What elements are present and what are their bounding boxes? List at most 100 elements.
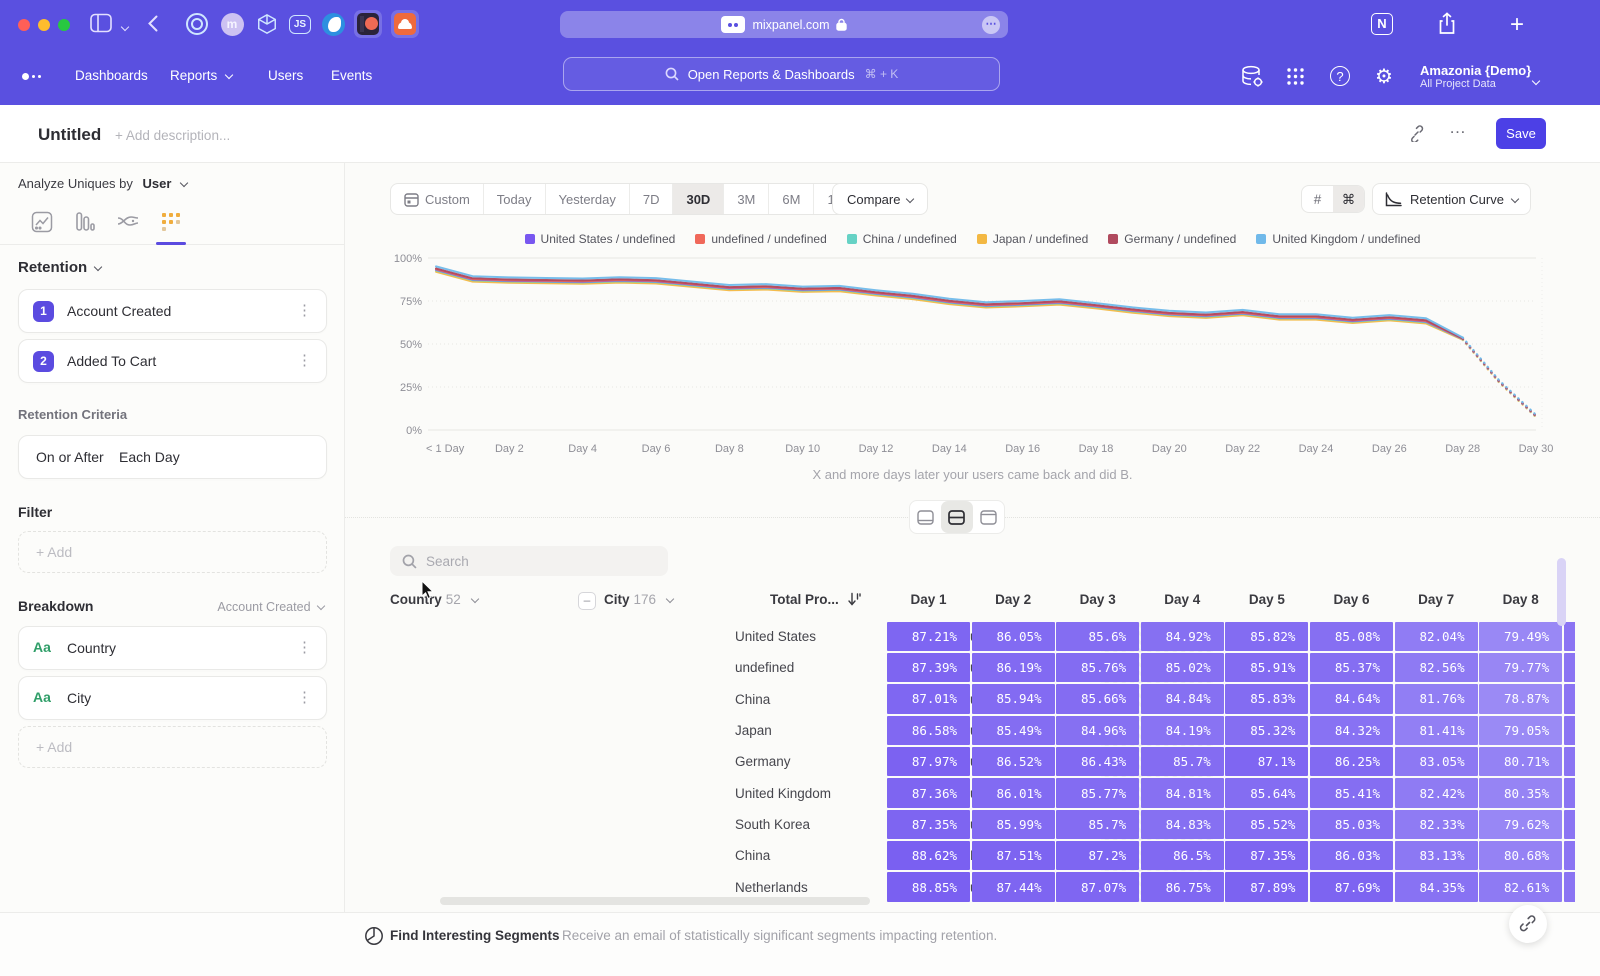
cell-retention-value[interactable]: 87.2% <box>1056 841 1139 871</box>
range-yesterday[interactable]: Yesterday <box>546 184 630 214</box>
nav-events[interactable]: Events <box>331 68 372 83</box>
cell-retention-value[interactable]: 86.05% <box>972 622 1055 652</box>
column-header-day[interactable]: Day 6 <box>1310 592 1393 608</box>
apps-grid-icon[interactable] <box>1286 67 1305 86</box>
retention-step-2[interactable]: 2 Added To Cart ⋮ <box>18 339 327 383</box>
range-30d[interactable]: 30D <box>673 184 724 214</box>
cell-retention-value[interactable]: 85.7% <box>1141 747 1224 777</box>
cell-retention-value[interactable]: 87.44% <box>972 872 1055 902</box>
cell-retention-value[interactable]: 85.7% <box>1056 810 1139 840</box>
cell-retention-value[interactable]: 86.19% <box>972 653 1055 683</box>
column-header-day[interactable]: Day 3 <box>1056 592 1139 608</box>
share-link-fab[interactable] <box>1509 905 1547 943</box>
kebab-menu-icon[interactable]: ⋮ <box>297 638 312 656</box>
breakdown-event-selector[interactable]: Account Created <box>217 600 324 614</box>
cell-retention-value[interactable]: 87.07% <box>1056 872 1139 902</box>
cell-retention-value[interactable]: 86.43% <box>1056 747 1139 777</box>
cell-retention-value[interactable]: 88.62% <box>887 841 970 871</box>
cell-retention-value[interactable]: 84.35% <box>1395 872 1478 902</box>
city-select-all-checkbox[interactable]: – <box>578 592 596 610</box>
cell-retention-value[interactable]: 85.82% <box>1225 622 1308 652</box>
more-actions[interactable]: … <box>1449 118 1467 138</box>
cell-retention-value[interactable]: 87.39% <box>887 653 970 683</box>
cell-retention-value[interactable]: 86.75% <box>1141 872 1224 902</box>
report-title[interactable]: Untitled <box>38 125 101 145</box>
cell-country[interactable]: Netherlands <box>735 880 808 895</box>
column-header-total[interactable]: Total Pro... <box>770 592 861 607</box>
kebab-menu-icon[interactable]: ⋮ <box>297 688 312 706</box>
cell-retention-value[interactable]: 85.76% <box>1056 653 1139 683</box>
range-6m[interactable]: 6M <box>769 184 814 214</box>
cell-retention-value[interactable]: 81.76% <box>1395 684 1478 714</box>
url-bar[interactable]: mixpanel.com ⋯ <box>560 11 1008 38</box>
range-today[interactable]: Today <box>484 184 546 214</box>
cell-retention-value[interactable]: 85.83% <box>1225 684 1308 714</box>
legend-item[interactable]: Germany / undefined <box>1108 232 1236 246</box>
cell-retention-value[interactable]: 79.77% <box>1479 653 1562 683</box>
column-header-day[interactable]: Day 8 <box>1479 592 1562 608</box>
cell-retention-value[interactable]: 84.84% <box>1141 684 1224 714</box>
global-search[interactable]: Open Reports & Dashboards ⌘ + K <box>563 57 1000 91</box>
cell-retention-value[interactable]: 87.01% <box>887 684 970 714</box>
tab-funnels[interactable] <box>71 209 99 235</box>
retention-section-title[interactable]: Retention <box>18 259 101 276</box>
cell-retention-value[interactable]: 85.66% <box>1056 684 1139 714</box>
cell-retention-value[interactable]: 85.08% <box>1310 622 1393 652</box>
layout-split-icon[interactable] <box>941 501 972 533</box>
kebab-menu-icon[interactable]: ⋮ <box>297 351 312 369</box>
new-tab-icon[interactable]: + <box>1510 11 1524 39</box>
breakdown-add-button[interactable]: + Add <box>18 726 327 768</box>
cell-retention-value[interactable]: 82.56% <box>1395 653 1478 683</box>
cell-retention-value[interactable]: 86.5% <box>1141 841 1224 871</box>
cell-retention-value[interactable]: 85.64% <box>1225 778 1308 808</box>
cell-retention-value[interactable]: 87.69% <box>1310 872 1393 902</box>
criteria-interval[interactable]: Each Day <box>119 449 180 465</box>
cell-retention-value[interactable]: 85.49% <box>972 716 1055 746</box>
cell-retention-value[interactable]: 82.61% <box>1479 872 1562 902</box>
cell-country[interactable]: undefined <box>735 660 794 675</box>
cell-retention-value[interactable]: 86.25% <box>1310 747 1393 777</box>
minimize-window-button[interactable] <box>38 19 50 31</box>
range-7d[interactable]: 7D <box>630 184 674 214</box>
nav-reports[interactable]: Reports <box>170 68 232 83</box>
cell-country[interactable]: Japan <box>735 723 772 738</box>
pinned-tab-m-icon[interactable]: m <box>218 10 246 38</box>
settings-gear-icon[interactable]: ⚙ <box>1375 64 1393 89</box>
cell-retention-value[interactable]: 85.41% <box>1310 778 1393 808</box>
project-switcher[interactable]: Amazonia {Demo} All Project Data <box>1420 63 1531 90</box>
legend-item[interactable]: United States / undefined <box>525 232 676 246</box>
add-description[interactable]: + Add description... <box>115 128 230 143</box>
share-icon[interactable] <box>1438 12 1456 35</box>
cell-country[interactable]: United States <box>735 629 816 644</box>
cell-retention-value[interactable]: 84.83% <box>1141 810 1224 840</box>
pinned-tab-js-icon[interactable]: JS <box>286 10 314 38</box>
save-button[interactable]: Save <box>1496 118 1546 149</box>
cell-retention-value[interactable]: 79.62% <box>1479 810 1562 840</box>
cell-retention-value[interactable]: 79.49% <box>1479 622 1562 652</box>
cell-country[interactable]: Germany <box>735 754 791 769</box>
cell-retention-value[interactable]: 84.92% <box>1141 622 1224 652</box>
column-header-day[interactable]: Day 1 <box>887 592 970 608</box>
column-header-day[interactable]: Day 4 <box>1141 592 1224 608</box>
table-search-input[interactable]: Search <box>390 546 668 576</box>
data-management-icon[interactable] <box>1240 64 1264 90</box>
cell-retention-value[interactable]: 85.52% <box>1225 810 1308 840</box>
column-header-day[interactable]: Day 2 <box>972 592 1055 608</box>
cell-country[interactable]: China <box>735 848 770 863</box>
url-more-icon[interactable]: ⋯ <box>982 16 1000 34</box>
cell-retention-value[interactable]: 88.85% <box>887 872 970 902</box>
cell-retention-value[interactable]: 84.64% <box>1310 684 1393 714</box>
vertical-scrollbar[interactable] <box>1557 558 1566 626</box>
analyze-uniques-row[interactable]: Analyze Uniques by User <box>18 176 187 191</box>
cell-retention-value[interactable]: 87.97% <box>887 747 970 777</box>
horizontal-scrollbar[interactable] <box>440 897 870 905</box>
column-header-city[interactable]: City176 <box>604 592 673 607</box>
tab-flows[interactable] <box>114 209 142 235</box>
cell-retention-value[interactable]: 82.04% <box>1395 622 1478 652</box>
legend-item[interactable]: China / undefined <box>847 232 957 246</box>
cell-retention-value[interactable]: 85.99% <box>972 810 1055 840</box>
cell-retention-value[interactable]: 87.21% <box>887 622 970 652</box>
cell-retention-value[interactable]: 84.19% <box>1141 716 1224 746</box>
cell-retention-value[interactable]: 83.05% <box>1395 747 1478 777</box>
breakdown-city[interactable]: Aa City ⋮ <box>18 676 327 720</box>
